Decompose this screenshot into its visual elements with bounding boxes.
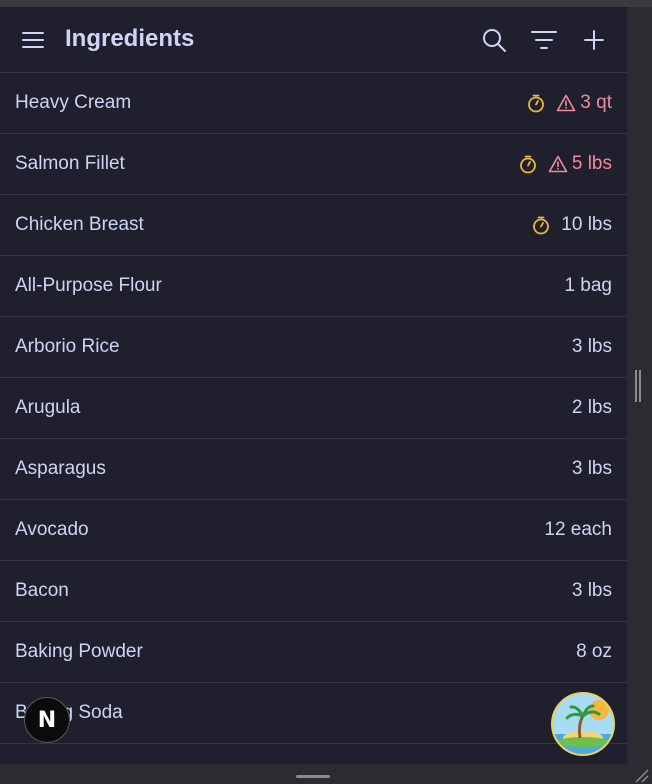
add-button[interactable] [578, 24, 610, 56]
search-icon [483, 29, 506, 52]
ingredient-quantity: 3 qt [580, 92, 612, 113]
search-button[interactable] [478, 24, 510, 56]
ingredient-quantity-group: 3 lbs [572, 458, 612, 480]
filter-button[interactable] [528, 24, 560, 56]
palm-island-icon [553, 694, 613, 754]
dev-tools-badge[interactable]: N [24, 697, 70, 743]
ingredient-row[interactable]: Bacon 3 lbs [0, 561, 627, 622]
ingredient-name: Arugula [15, 397, 81, 418]
ingredient-quantity: 3 lbs [571, 580, 612, 601]
warning-icon [548, 154, 568, 174]
ingredient-quantity: 2 lbs [571, 397, 612, 418]
badge-letter: N [37, 707, 57, 733]
ingredient-quantity-group: 8 oz [576, 641, 612, 663]
ingredient-quantity: 5 lbs [571, 153, 612, 174]
app-header: Ingredients [0, 7, 627, 73]
ingredient-quantity-group: 1 bag [564, 275, 612, 297]
ingredient-row[interactable]: Baking Powder 8 oz [0, 622, 627, 683]
ingredient-quantity-group: 3 lbs [572, 580, 612, 602]
ingredients-panel: Ingredients Heavy Cream 3 qt Salmon Fill… [0, 7, 627, 764]
timer-icon [526, 93, 546, 113]
ingredient-name: Chicken Breast [15, 214, 144, 235]
ingredient-quantity-group: 12 each [544, 519, 612, 541]
ingredient-quantity: 8 oz [576, 641, 612, 662]
timer-icon [518, 154, 538, 174]
warning-icon [556, 93, 576, 113]
menu-button[interactable] [17, 24, 49, 56]
ingredient-row[interactable]: Chicken Breast 10 lbs [0, 195, 627, 256]
resize-handle-horizontal[interactable] [296, 775, 330, 778]
menu-icon [22, 32, 44, 48]
page-title: Ingredients [65, 25, 195, 52]
ingredient-row[interactable]: Baking Soda [0, 683, 627, 744]
ingredient-quantity-group: 10 lbs [531, 214, 612, 236]
filter-icon [531, 31, 557, 49]
ingredient-quantity-group: 5 lbs [518, 153, 612, 175]
ingredient-name: Avocado [15, 519, 89, 540]
ingredient-quantity: 3 lbs [571, 458, 612, 479]
ingredient-quantity: 12 each [544, 519, 612, 540]
ingredient-row[interactable]: Arborio Rice 3 lbs [0, 317, 627, 378]
ingredient-row[interactable]: Avocado 12 each [0, 500, 627, 561]
ingredient-name: Heavy Cream [15, 92, 132, 113]
ingredient-quantity-group: 2 lbs [572, 397, 612, 419]
timer-icon [531, 215, 551, 235]
ingredient-name: Salmon Fillet [15, 153, 125, 174]
ingredient-quantity-group: 3 lbs [572, 336, 612, 358]
ingredient-quantity-group: 3 qt [526, 92, 612, 114]
ingredient-quantity: 1 bag [564, 275, 612, 296]
ingredient-name: Baking Powder [15, 641, 143, 662]
user-avatar[interactable] [551, 692, 615, 756]
ingredient-name: All-Purpose Flour [15, 275, 162, 296]
ingredient-list: Heavy Cream 3 qt Salmon Fillet 5 lbs Chi… [0, 73, 627, 744]
plus-icon [584, 30, 604, 50]
ingredient-name: Bacon [15, 580, 69, 601]
ingredient-row[interactable]: Arugula 2 lbs [0, 378, 627, 439]
ingredient-quantity: 3 lbs [571, 336, 612, 357]
ingredient-row[interactable]: All-Purpose Flour 1 bag [0, 256, 627, 317]
window-top-strip [0, 0, 652, 7]
ingredient-quantity: 10 lbs [561, 214, 612, 235]
resize-handle-vertical[interactable] [635, 370, 641, 402]
ingredient-name: Asparagus [15, 458, 106, 479]
ingredient-row[interactable]: Asparagus 3 lbs [0, 439, 627, 500]
ingredient-name: Arborio Rice [15, 336, 120, 357]
resize-corner-icon[interactable] [632, 766, 650, 784]
ingredient-row[interactable]: Salmon Fillet 5 lbs [0, 134, 627, 195]
ingredient-row[interactable]: Heavy Cream 3 qt [0, 73, 627, 134]
